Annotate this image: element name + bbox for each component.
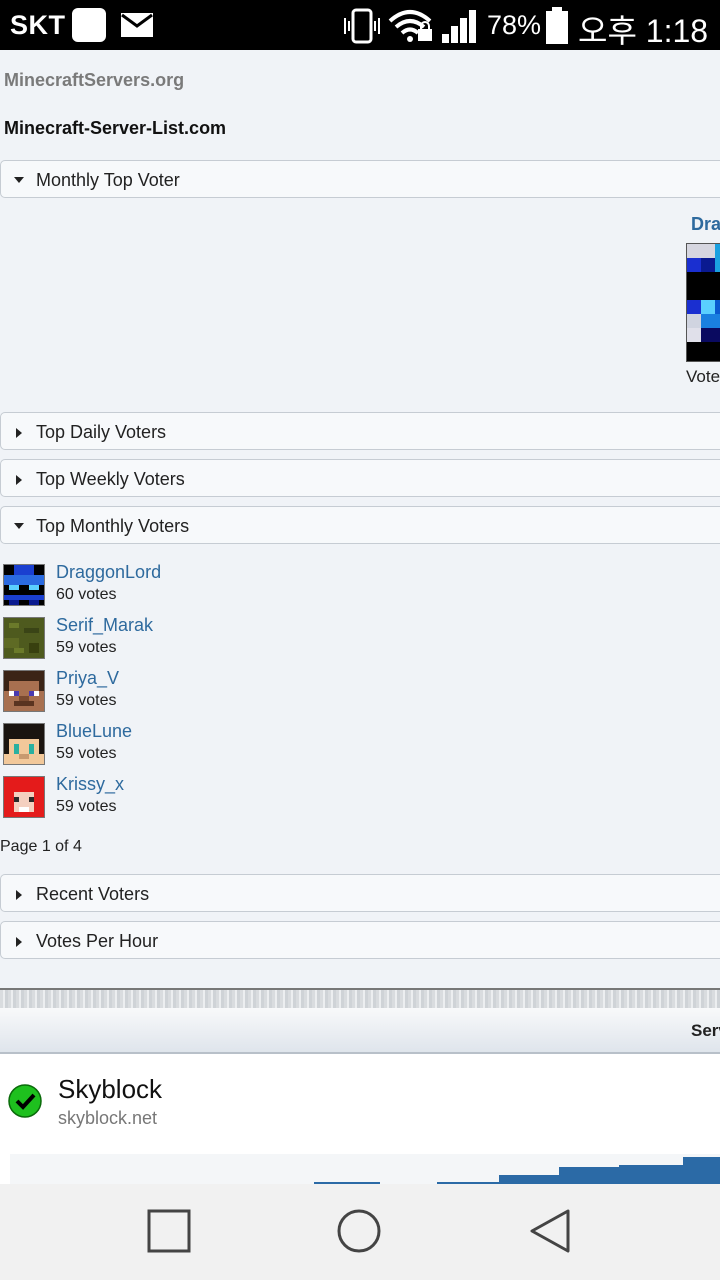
back-button[interactable] bbox=[528, 1208, 574, 1259]
section-monthly-top-voter[interactable]: Monthly Top Voter bbox=[0, 160, 720, 198]
mail-icon bbox=[120, 12, 154, 43]
chevron-right-icon bbox=[16, 937, 22, 947]
home-button[interactable] bbox=[336, 1208, 382, 1259]
chevron-down-icon bbox=[14, 177, 24, 183]
voter-name[interactable]: Priya_V bbox=[56, 668, 119, 689]
section-label: Votes Per Hour bbox=[36, 931, 159, 951]
site-link-minecraftservers[interactable]: MinecraftServers.org bbox=[4, 70, 184, 91]
page-content: MinecraftServers.org Minecraft-Server-Li… bbox=[0, 50, 720, 1184]
avatar bbox=[3, 776, 45, 818]
avatar bbox=[3, 723, 45, 765]
voter-name[interactable]: Krissy_x bbox=[56, 774, 124, 795]
navigation-bar bbox=[0, 1184, 720, 1280]
voter-votes: 59 votes bbox=[56, 639, 117, 656]
voter-votes: 59 votes bbox=[56, 798, 117, 815]
chevron-down-icon bbox=[14, 523, 24, 529]
section-label: Top Weekly Voters bbox=[36, 469, 185, 489]
voter-votes: 59 votes bbox=[56, 692, 117, 709]
divider bbox=[0, 988, 720, 1010]
online-check-icon bbox=[8, 1084, 42, 1123]
section-label: Recent Voters bbox=[36, 884, 150, 904]
vibrate-icon bbox=[342, 8, 382, 49]
voter-name[interactable]: DraggonLord bbox=[56, 562, 161, 583]
wifi-lock-icon bbox=[388, 9, 434, 48]
column-header: Serv bbox=[691, 1021, 720, 1040]
section-label: Top Monthly Voters bbox=[36, 516, 190, 536]
voter-name[interactable]: BlueLune bbox=[56, 721, 132, 742]
top-voter-name[interactable]: Dra bbox=[691, 214, 720, 235]
voter-votes: 59 votes bbox=[56, 745, 117, 762]
square-app-icon bbox=[72, 8, 106, 42]
server-host: skyblock.net bbox=[58, 1108, 158, 1128]
section-label: Top Daily Voters bbox=[36, 422, 167, 442]
signal-icon bbox=[440, 8, 480, 49]
voter-votes: 60 votes bbox=[56, 586, 117, 603]
battery-icon bbox=[544, 6, 570, 51]
vote-graph bbox=[10, 1154, 720, 1184]
section-top-monthly-voters[interactable]: Top Monthly Voters bbox=[0, 506, 720, 544]
avatar bbox=[3, 564, 45, 606]
top-voter-votes: Vote bbox=[686, 367, 720, 386]
status-bar: SKT 78% 오후 1:18 bbox=[0, 0, 720, 50]
chevron-right-icon bbox=[16, 428, 22, 438]
section-top-weekly-voters[interactable]: Top Weekly Voters bbox=[0, 459, 720, 497]
server-row[interactable]: Skyblock skyblock.net bbox=[0, 1054, 720, 1184]
chevron-right-icon bbox=[16, 475, 22, 485]
recent-apps-button[interactable] bbox=[146, 1208, 192, 1259]
section-recent-voters[interactable]: Recent Voters bbox=[0, 874, 720, 912]
server-table-header: Serv bbox=[0, 1008, 720, 1054]
section-votes-per-hour[interactable]: Votes Per Hour bbox=[0, 921, 720, 959]
avatar bbox=[3, 670, 45, 712]
battery-percent: 78% bbox=[487, 10, 542, 40]
site-link-server-list[interactable]: Minecraft-Server-List.com bbox=[4, 118, 226, 139]
section-label: Monthly Top Voter bbox=[36, 170, 180, 190]
avatar bbox=[3, 617, 45, 659]
voter-name[interactable]: Serif_Marak bbox=[56, 615, 153, 636]
section-top-daily-voters[interactable]: Top Daily Voters bbox=[0, 412, 720, 450]
carrier-label: SKT bbox=[10, 10, 66, 40]
top-voter-skin bbox=[686, 243, 720, 362]
server-name[interactable]: Skyblock bbox=[58, 1074, 162, 1105]
clock: 오후 1:18 bbox=[578, 13, 709, 49]
chevron-right-icon bbox=[16, 890, 22, 900]
pagination-label: Page 1 of 4 bbox=[0, 838, 82, 855]
